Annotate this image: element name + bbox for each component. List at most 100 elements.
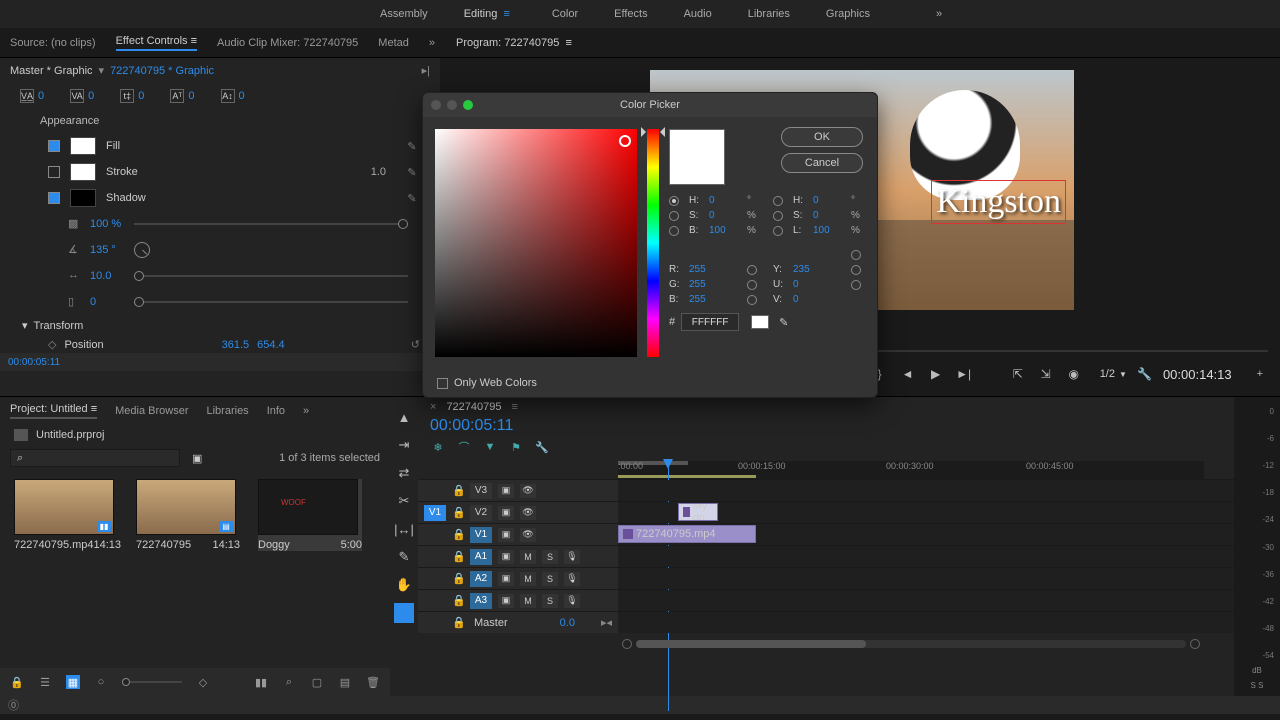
workspace-overflow-icon[interactable]: »: [936, 8, 942, 20]
radio-v[interactable]: [747, 295, 757, 305]
track-label[interactable]: A3: [470, 593, 492, 609]
track-label[interactable]: V1: [470, 527, 492, 543]
position-y-value[interactable]: 654.4: [257, 339, 285, 351]
lock-icon[interactable]: 🔒: [452, 528, 464, 541]
window-min-icon[interactable]: [447, 100, 457, 110]
source-patch-v1[interactable]: V1: [424, 505, 446, 521]
position-x-value[interactable]: 361.5: [222, 339, 250, 351]
hex-input[interactable]: FFFFFF: [681, 313, 739, 331]
button-editor-icon[interactable]: +: [1252, 365, 1268, 383]
timeline-mini-icon[interactable]: ▸|: [422, 64, 430, 77]
ripple-tool-icon[interactable]: ⇄: [394, 463, 414, 483]
play-icon[interactable]: ▶: [926, 363, 946, 385]
voice-icon[interactable]: 🎙: [564, 550, 580, 564]
workspace-tab-color[interactable]: Color: [552, 8, 578, 20]
lock-icon[interactable]: 🔒: [452, 594, 464, 607]
write-lock-icon[interactable]: 🔒: [10, 675, 24, 689]
trash-icon[interactable]: 🗑: [366, 675, 380, 689]
picker-titlebar[interactable]: Color Picker: [423, 93, 877, 117]
shadow-swatch[interactable]: [70, 189, 96, 207]
track-label[interactable]: A1: [470, 549, 492, 565]
type-tool-icon[interactable]: T: [394, 603, 414, 623]
transform-disclosure-icon[interactable]: ▾: [22, 319, 28, 332]
ok-button[interactable]: OK: [781, 127, 863, 147]
toggle-output-icon[interactable]: ▣: [498, 484, 514, 498]
transform-section[interactable]: ▾ Transform: [0, 315, 440, 336]
voice-icon[interactable]: 🎙: [564, 594, 580, 608]
radio-r[interactable]: [851, 250, 861, 260]
toggle-sync-icon[interactable]: 👁: [520, 528, 536, 542]
tab-source[interactable]: Source: (no clips): [10, 37, 96, 49]
source-overflow-icon[interactable]: »: [429, 37, 435, 49]
radio-b2[interactable]: [851, 280, 861, 290]
toggle-output-icon[interactable]: ▣: [498, 528, 514, 542]
stroke-width-value[interactable]: 1.0: [371, 166, 386, 178]
lock-icon[interactable]: 🔒: [452, 506, 464, 519]
extract-icon[interactable]: ⇲: [1036, 363, 1056, 385]
lock-icon[interactable]: 🔒: [452, 616, 464, 629]
solo-icon[interactable]: S: [542, 572, 558, 586]
g-value[interactable]: 255: [689, 279, 703, 290]
workspace-tab-audio[interactable]: Audio: [684, 8, 712, 20]
toggle-sync-icon[interactable]: 👁: [520, 506, 536, 520]
fill-swatch[interactable]: [70, 137, 96, 155]
linked-sel-icon[interactable]: ⌒: [456, 439, 472, 455]
stroke-eyedropper-icon[interactable]: ✎: [404, 166, 420, 179]
thumbnail-item[interactable]: WOOF Doggy5:00: [258, 479, 362, 551]
radio-s[interactable]: [669, 211, 679, 221]
settings-icon[interactable]: 🔧: [1135, 363, 1155, 385]
tab-project[interactable]: Project: Untitled ≡: [10, 403, 97, 419]
export-frame-icon[interactable]: ◉: [1064, 363, 1084, 385]
radio-y[interactable]: [747, 265, 757, 275]
kern-leading[interactable]: t‡0: [120, 89, 144, 103]
settings-wrench-icon[interactable]: ⚑: [508, 439, 524, 455]
window-close-icon[interactable]: [431, 100, 441, 110]
track-label[interactable]: V2: [470, 505, 492, 521]
kern-baseline[interactable]: Aᵀ0: [170, 89, 194, 103]
tab-media-browser[interactable]: Media Browser: [115, 405, 188, 417]
shadow-blur-value[interactable]: 0: [90, 296, 126, 308]
shadow-opacity-value[interactable]: 100 %: [90, 218, 126, 230]
tab-audio-clip-mixer[interactable]: Audio Clip Mixer: 722740795: [217, 37, 358, 49]
thumb-size-slider[interactable]: [122, 681, 182, 683]
marker-icon[interactable]: ▼: [482, 439, 498, 455]
fill-checkbox[interactable]: [48, 140, 60, 152]
cancel-button[interactable]: Cancel: [781, 153, 863, 173]
zoom-out-handle[interactable]: [622, 639, 632, 649]
list-view-icon[interactable]: ☰: [38, 675, 52, 689]
position-reset-icon[interactable]: ↺: [411, 338, 420, 351]
clip-video[interactable]: 722740795.mp4: [618, 525, 756, 543]
tab-info[interactable]: Info: [267, 405, 285, 417]
selection-tool-icon[interactable]: ▲: [394, 407, 414, 427]
tab-program[interactable]: Program: 722740795 ≡: [456, 37, 572, 49]
saturation-value-field[interactable]: [435, 129, 637, 357]
workspace-tab-graphics[interactable]: Graphics: [826, 8, 870, 20]
workspace-tab-libraries[interactable]: Libraries: [748, 8, 790, 20]
solo-icon[interactable]: S: [542, 550, 558, 564]
shadow-checkbox[interactable]: [48, 192, 60, 204]
meter-solo-labels[interactable]: S S: [1238, 677, 1276, 690]
freeform-view-icon[interactable]: ○: [94, 675, 108, 689]
lock-icon[interactable]: 🔒: [452, 484, 464, 497]
project-overflow-icon[interactable]: »: [303, 405, 309, 417]
window-max-icon[interactable]: [463, 100, 473, 110]
slip-tool-icon[interactable]: |↔|: [394, 519, 414, 539]
thumbnail-item[interactable]: ▤ 72274079514:13: [136, 479, 240, 551]
radio-h2[interactable]: [773, 196, 783, 206]
stroke-swatch[interactable]: [70, 163, 96, 181]
u-value[interactable]: 0: [793, 279, 807, 290]
lock-icon[interactable]: 🔒: [452, 572, 464, 585]
radio-g[interactable]: [851, 265, 861, 275]
new-bin-footer-icon[interactable]: ▢: [310, 675, 324, 689]
h2-value[interactable]: 0: [813, 195, 845, 206]
preview-text-kingston[interactable]: Kingston: [931, 180, 1066, 224]
shadow-distance-value[interactable]: 10.0: [90, 270, 126, 282]
close-seq-icon[interactable]: ×: [430, 401, 436, 413]
radio-b[interactable]: [669, 226, 679, 236]
automate-icon[interactable]: ▮▮: [254, 675, 268, 689]
hue-slider[interactable]: [647, 129, 659, 357]
zoom-in-handle[interactable]: [1190, 639, 1200, 649]
razor-tool-icon[interactable]: ✂: [394, 491, 414, 511]
workspace-tab-editing[interactable]: Editing ≡: [464, 8, 516, 20]
tab-metadata[interactable]: Metad: [378, 37, 409, 49]
